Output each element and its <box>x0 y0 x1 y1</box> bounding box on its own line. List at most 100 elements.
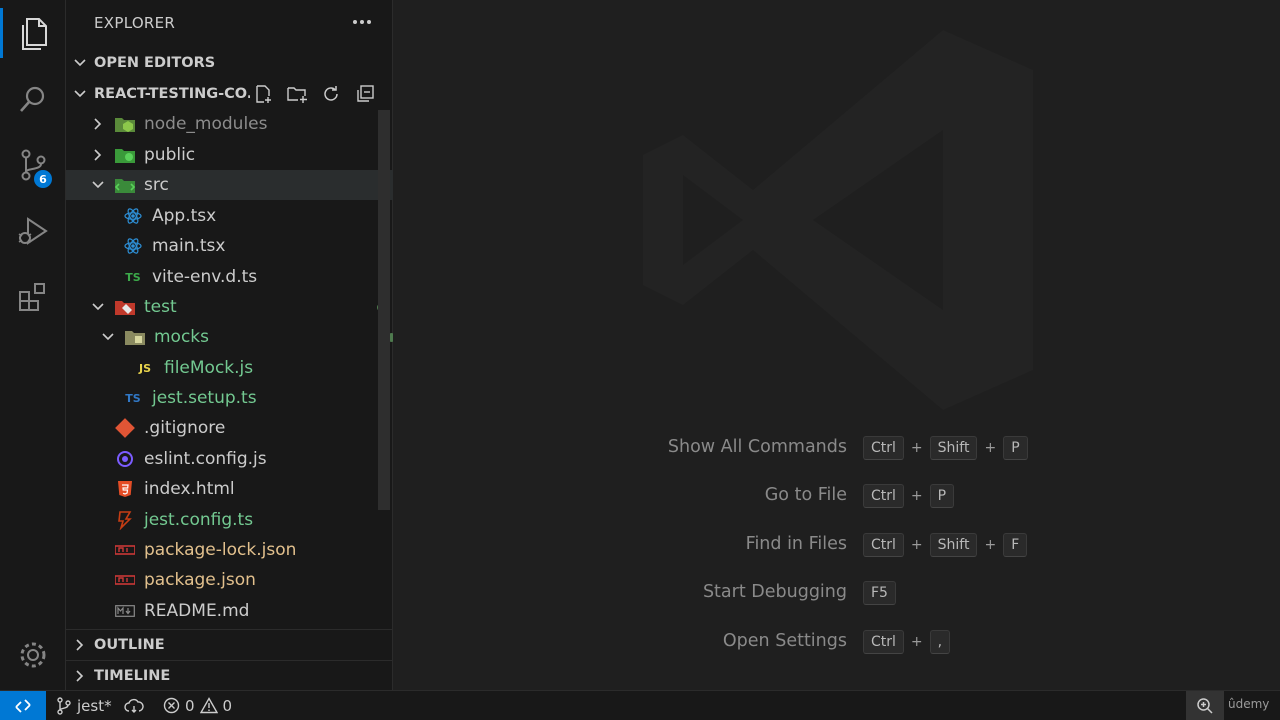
key: Ctrl <box>863 484 904 508</box>
chevron-down-icon <box>102 333 114 341</box>
command-label: Show All Commands <box>667 437 847 457</box>
command-go-to-file: Go to File Ctrl + P <box>393 481 1280 511</box>
tree-file-package-json[interactable]: package.json M <box>66 565 426 595</box>
activity-search[interactable] <box>0 66 66 132</box>
key: Shift <box>929 436 978 460</box>
outline-label: OUTLINE <box>94 637 165 653</box>
explorer-sidebar: EXPLORER OPEN EDITORS REACT-TESTING-CO..… <box>66 0 436 691</box>
keybinding: Ctrl + Shift + P <box>863 433 1028 463</box>
tree-item-label: .gitignore <box>144 418 226 438</box>
chevron-right-icon <box>94 149 102 161</box>
warning-icon <box>199 697 218 714</box>
command-label: Go to File <box>764 485 847 505</box>
open-editors-label: OPEN EDITORS <box>94 55 216 71</box>
collapse-all-icon <box>357 85 374 102</box>
activity-explorer[interactable] <box>0 0 66 66</box>
more-actions-button[interactable] <box>350 10 374 34</box>
explorer-actions <box>250 79 378 109</box>
activity-run-debug[interactable] <box>0 198 66 264</box>
outline-header[interactable]: OUTLINE <box>66 629 392 660</box>
chevron-down-icon <box>92 303 104 311</box>
tree-file-gitignore[interactable]: .gitignore <box>66 413 426 443</box>
error-icon <box>163 697 180 714</box>
key: Shift <box>929 533 978 557</box>
timeline-label: TIMELINE <box>94 668 171 684</box>
cloud-sync-icon <box>124 698 144 713</box>
workspace-root-header[interactable]: REACT-TESTING-CO... <box>66 79 392 109</box>
gear-icon <box>20 642 46 668</box>
react-icon <box>124 208 142 224</box>
new-folder-button[interactable] <box>284 81 310 107</box>
command-label: Open Settings <box>722 631 847 651</box>
npm-icon <box>115 575 135 585</box>
tree-file-readme[interactable]: README.md <box>66 596 426 626</box>
keybinding: Ctrl + Shift + F <box>863 530 1028 560</box>
tree-folder-node-modules[interactable]: node_modules <box>66 109 402 139</box>
tree-file-index-html[interactable]: index.html <box>66 474 426 504</box>
public-folder-icon <box>115 149 135 163</box>
timeline-header[interactable]: TIMELINE <box>66 660 392 691</box>
key: P <box>1003 436 1028 460</box>
key: Ctrl <box>863 436 904 460</box>
src-folder-icon <box>114 179 136 193</box>
files-icon <box>22 18 47 50</box>
test-folder-icon <box>115 301 135 315</box>
key: F <box>1003 533 1028 557</box>
ellipsis-icon <box>353 20 371 24</box>
workspace-root-label: REACT-TESTING-CO... <box>94 86 250 102</box>
command-open-settings: Open Settings Ctrl + , <box>393 627 1280 657</box>
chevron-right-icon <box>94 118 102 130</box>
tree-item-label: test <box>144 297 177 317</box>
activity-extensions[interactable] <box>0 264 66 330</box>
ts-icon: TS <box>125 270 141 284</box>
tree-item-label: vite-env.d.ts <box>152 267 258 287</box>
keybinding: Ctrl + , <box>863 627 951 657</box>
tree-file-jest-config[interactable]: jest.config.ts U <box>66 505 426 535</box>
html-icon <box>118 481 132 497</box>
jest-icon <box>118 511 132 530</box>
collapse-all-button[interactable] <box>352 81 378 107</box>
npm-icon <box>115 545 135 555</box>
vscode-logo-watermark-icon <box>643 30 1033 410</box>
markdown-icon <box>115 605 135 617</box>
key: Ctrl <box>863 630 904 654</box>
tree-item-label: public <box>144 145 196 165</box>
remote-indicator[interactable] <box>0 691 46 720</box>
activity-manage[interactable] <box>0 622 66 688</box>
tree-item-label: main.tsx <box>152 236 226 256</box>
command-label: Find in Files <box>745 534 847 554</box>
git-icon <box>115 418 135 438</box>
sidebar-scrollbar[interactable] <box>378 110 390 510</box>
tree-item-label: fileMock.js <box>164 358 254 378</box>
sync-button[interactable] <box>124 691 144 720</box>
tree-folder-src[interactable]: src <box>66 170 402 200</box>
tree-item-label: index.html <box>144 479 235 499</box>
tree-folder-mocks[interactable]: mocks <box>66 322 412 352</box>
chevron-right-icon <box>76 670 84 682</box>
search-icon <box>20 86 45 112</box>
zoom-button[interactable] <box>1186 691 1224 720</box>
chevron-down-icon <box>92 181 104 189</box>
tree-item-label: package-lock.json <box>144 540 297 560</box>
refresh-button[interactable] <box>318 81 344 107</box>
chevron-down-icon <box>74 90 86 98</box>
zoom-in-icon <box>1197 697 1213 714</box>
tree-file-eslint-config[interactable]: eslint.config.js <box>66 444 426 474</box>
key: F5 <box>863 581 896 605</box>
tree-item-label: jest.config.ts <box>144 510 254 530</box>
new-file-button[interactable] <box>250 81 276 107</box>
tree-item-label: App.tsx <box>152 206 217 226</box>
ts-icon: TS <box>125 391 141 405</box>
tree-file-package-lock[interactable]: package-lock.json M <box>66 535 426 565</box>
key: P <box>929 484 955 508</box>
branch-indicator[interactable]: jest* <box>56 691 112 720</box>
open-editors-header[interactable]: OPEN EDITORS <box>66 48 392 78</box>
refresh-icon <box>324 86 338 101</box>
activity-source-control[interactable]: 6 <box>0 132 66 198</box>
chevron-down-icon <box>74 59 86 67</box>
tree-folder-public[interactable]: public <box>66 140 402 170</box>
problems-indicator[interactable]: 0 0 <box>163 691 232 720</box>
react-icon <box>124 238 142 254</box>
tree-folder-test[interactable]: test <box>66 292 402 322</box>
udemy-watermark: ûdemy <box>1228 697 1270 711</box>
